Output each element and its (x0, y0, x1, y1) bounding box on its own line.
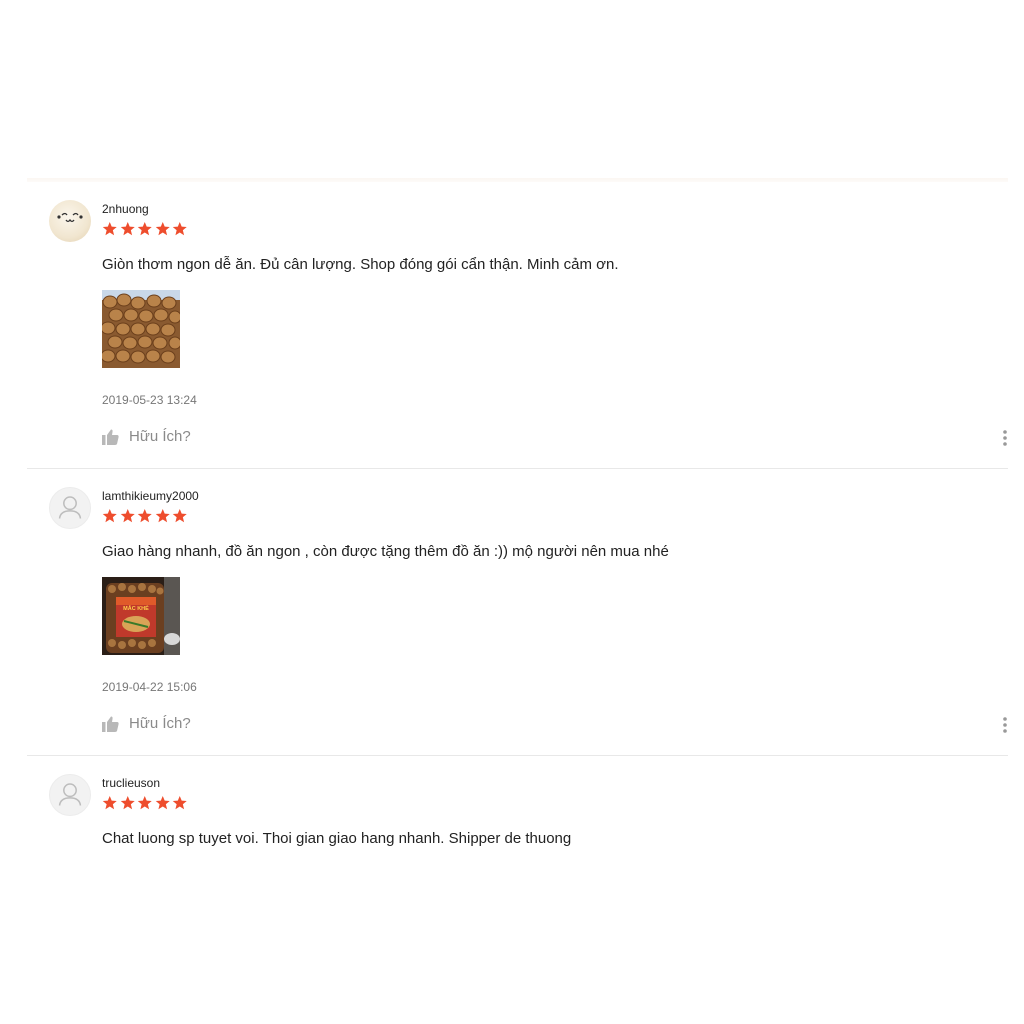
helpful-button[interactable]: Hữu Ích? (102, 428, 191, 445)
star-icon (137, 795, 152, 810)
star-icon (120, 508, 135, 523)
review-username[interactable]: 2nhuong (102, 202, 149, 216)
review-item: truclieuson Chat luong sp tuyet voi. Tho… (27, 756, 1008, 876)
star-icon (137, 221, 152, 236)
star-icon (137, 508, 152, 523)
thumbs-up-icon (102, 429, 119, 445)
star-icon (172, 508, 187, 523)
star-icon (172, 221, 187, 236)
more-options-icon[interactable] (1002, 716, 1008, 734)
thumbs-up-icon (102, 716, 119, 732)
nut-jar-photo: MẮC KHÉ (102, 577, 180, 655)
star-icon (172, 795, 187, 810)
roasted-nuts-photo (102, 290, 180, 368)
review-timestamp: 2019-04-22 15:06 (102, 680, 197, 694)
avatar[interactable] (49, 774, 91, 816)
jar-label-text: MẮC KHÉ (123, 604, 149, 612)
rating-stars (102, 221, 188, 237)
star-icon (102, 221, 117, 236)
review-timestamp: 2019-05-23 13:24 (102, 393, 197, 407)
more-options-icon[interactable] (1002, 429, 1008, 447)
star-icon (155, 221, 170, 236)
rating-stars (102, 508, 188, 524)
rating-stars (102, 795, 188, 811)
star-icon (120, 795, 135, 810)
helpful-label: Hữu Ích? (129, 428, 191, 445)
star-icon (155, 795, 170, 810)
star-icon (102, 508, 117, 523)
avatar[interactable] (49, 487, 91, 529)
default-user-icon (58, 496, 82, 519)
default-user-icon (58, 783, 82, 806)
review-username[interactable]: lamthikieumy2000 (102, 489, 199, 503)
review-username[interactable]: truclieuson (102, 776, 160, 790)
star-icon (102, 795, 117, 810)
review-photo[interactable] (102, 290, 180, 368)
helpful-button[interactable]: Hữu Ích? (102, 715, 191, 732)
review-photo[interactable]: MẮC KHÉ (102, 577, 180, 655)
review-item: 2nhuong Giòn thơm ngon dễ ăn. Đủ cân lượ… (27, 182, 1008, 469)
review-comment: Giòn thơm ngon dễ ăn. Đủ cân lượng. Shop… (102, 256, 619, 273)
helpful-label: Hữu Ích? (129, 715, 191, 732)
star-icon (155, 508, 170, 523)
review-comment: Giao hàng nhanh, đồ ăn ngon , còn được t… (102, 543, 669, 560)
star-icon (120, 221, 135, 236)
kaomoji-face-icon (57, 212, 83, 223)
review-item: lamthikieumy2000 Giao hàng nhanh, đồ ăn … (27, 469, 1008, 756)
review-comment: Chat luong sp tuyet voi. Thoi gian giao … (102, 830, 572, 847)
avatar[interactable] (49, 200, 91, 242)
